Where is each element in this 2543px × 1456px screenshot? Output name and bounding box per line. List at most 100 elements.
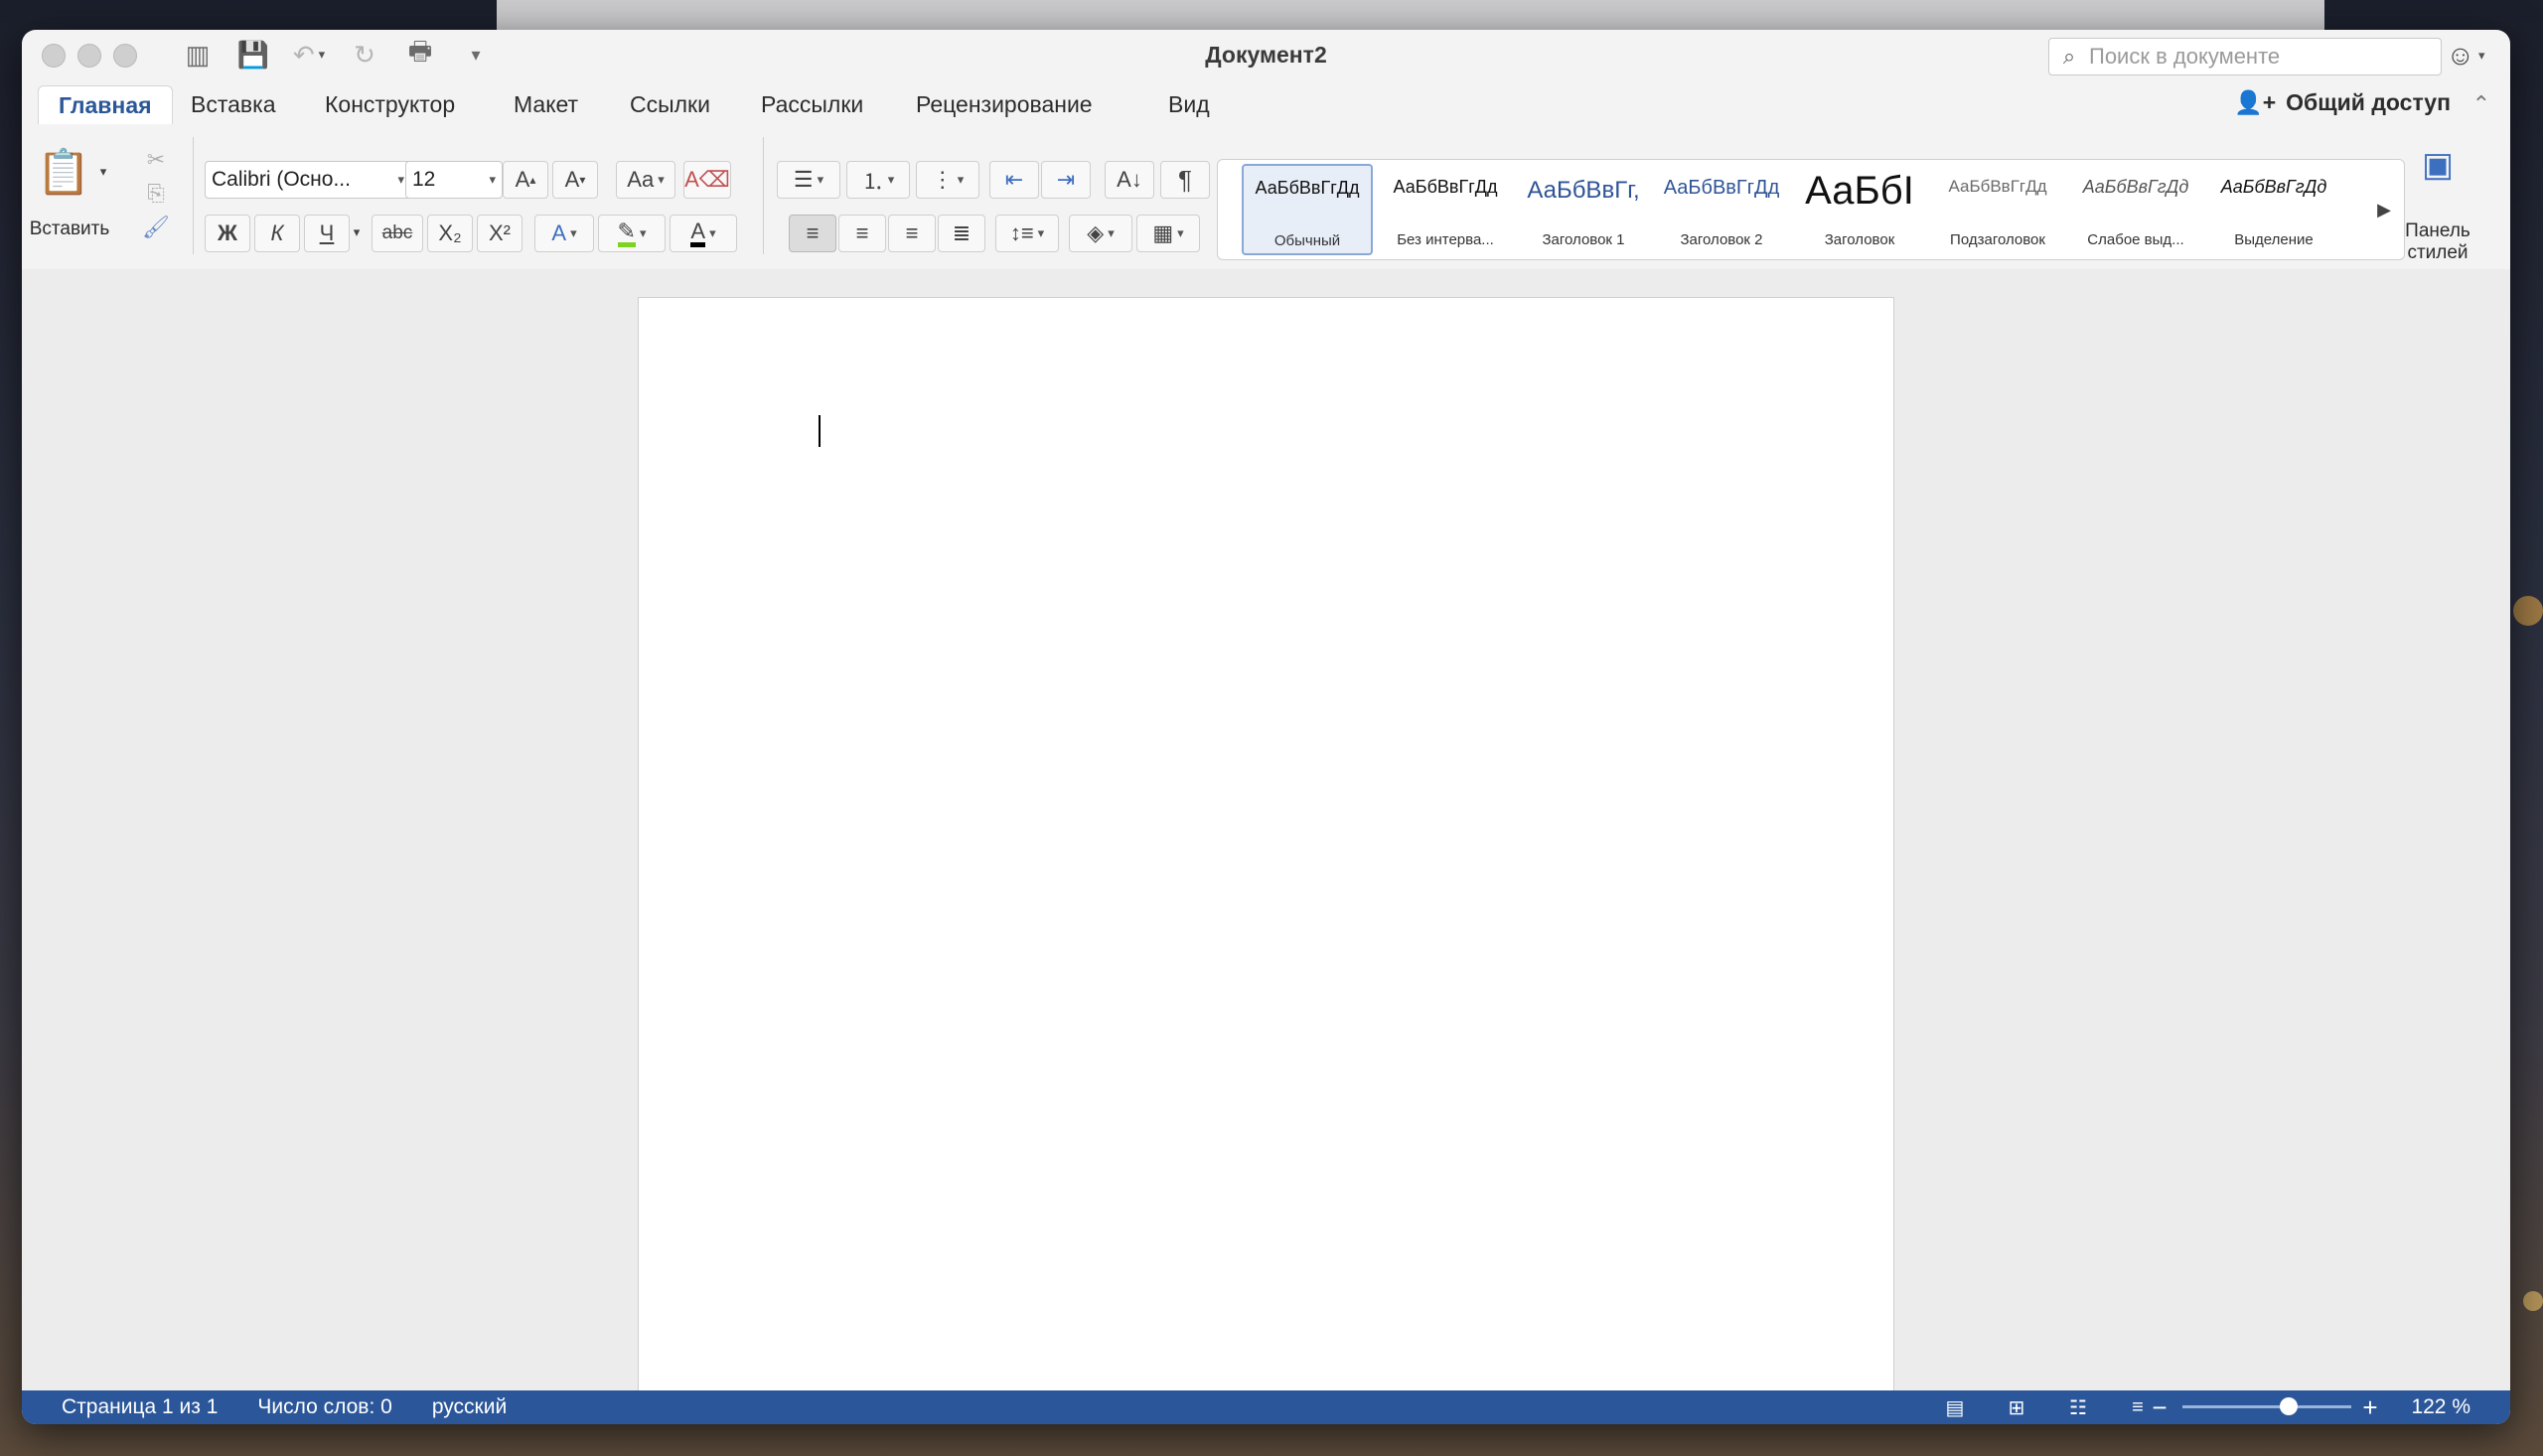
divider — [763, 137, 764, 254]
format-painter-icon[interactable]: 🖌 — [141, 213, 171, 242]
tab-mailings[interactable]: Рассылки — [741, 85, 883, 123]
language[interactable]: русский — [432, 1395, 507, 1419]
grow-font-button[interactable]: A ▴ — [503, 161, 548, 199]
feedback-smiley-icon[interactable]: ☺ ▾ — [2444, 38, 2487, 73]
change-case-button[interactable]: Aa ▾ — [616, 161, 675, 199]
shrink-font-button[interactable]: A ▾ — [552, 161, 598, 199]
style-title[interactable]: АаБбI Заголовок — [1795, 164, 1924, 253]
zoom-slider[interactable] — [2182, 1397, 2351, 1415]
divider — [193, 137, 194, 254]
line-spacing-button[interactable]: ↕≡ ▾ — [995, 215, 1059, 252]
style-label: Слабое выд... — [2087, 231, 2184, 248]
style-no-spacing[interactable]: АаБбВвГгДд Без интерва... — [1381, 164, 1510, 253]
sort-button[interactable]: A↓ — [1105, 161, 1154, 199]
text-effects-button[interactable]: A ▾ — [534, 215, 594, 252]
clear-formatting-icon[interactable]: A⌫ — [683, 161, 731, 199]
bold-button[interactable]: Ж — [205, 215, 250, 252]
multilevel-list-button[interactable]: ⋮ ▾ — [916, 161, 979, 199]
show-formatting-button[interactable]: ¶ — [1160, 161, 1210, 199]
cut-icon[interactable]: ✂ — [141, 145, 171, 175]
wallpaper-light — [2523, 1291, 2543, 1311]
status-bar: Страница 1 из 1 Число слов: 0 русский ▤ … — [22, 1390, 2510, 1424]
wallpaper-light — [2513, 596, 2543, 626]
print-layout-icon[interactable]: ▤ — [1940, 1394, 1970, 1420]
add-person-icon: 👤+ — [2234, 89, 2277, 115]
highlight-color-button[interactable]: ✎ ▾ — [598, 215, 666, 252]
strikethrough-button[interactable]: abc — [372, 215, 423, 252]
zoom-in-icon[interactable]: + — [2355, 1392, 2385, 1422]
justify-button[interactable]: ≣ — [938, 215, 985, 252]
underline-options-chevron-down-icon[interactable]: ▾ — [348, 215, 366, 250]
word-window: ▥ 💾 ↶ ▾ ↻ 🖶 ▾ Документ2 ⌕ Поиск в докумен… — [22, 30, 2510, 1424]
style-emphasis[interactable]: АаБбВвГгДд Выделение — [2209, 164, 2338, 253]
italic-button[interactable]: К — [254, 215, 300, 252]
increase-indent-button[interactable]: ⇥ — [1041, 161, 1091, 199]
share-button[interactable]: 👤+ Общий доступ — [2234, 89, 2451, 116]
style-label: Без интерва... — [1397, 231, 1494, 248]
subscript-button[interactable]: X₂ — [427, 215, 473, 252]
tab-design[interactable]: Конструктор — [305, 85, 475, 123]
zoom-slider-knob[interactable] — [2280, 1397, 2299, 1415]
styles-pane-label-1[interactable]: Панель — [2396, 220, 2479, 242]
style-heading-2[interactable]: АаБбВвГгДд Заголовок 2 — [1657, 164, 1786, 253]
word-count[interactable]: Число слов: 0 — [257, 1395, 391, 1419]
copy-icon[interactable]: ⎘ — [141, 179, 171, 209]
styles-next-arrow-icon[interactable]: ▶ — [2370, 190, 2398, 229]
tab-references[interactable]: Ссылки — [610, 85, 730, 123]
paste-options-chevron-down-icon[interactable]: ▾ — [93, 157, 113, 187]
ribbon-tabs: Главная Вставка Конструктор Макет Ссылки… — [22, 81, 2510, 127]
styles-pane-icon[interactable]: ▣ — [2408, 135, 2468, 195]
outline-view-icon[interactable]: ☷ — [2063, 1394, 2093, 1420]
style-preview: АаБбВвГгДд — [1393, 177, 1498, 197]
collapse-ribbon-icon[interactable]: ⌃ — [2472, 91, 2490, 117]
bullets-button[interactable]: ☰ ▾ — [777, 161, 840, 199]
font-color-icon: A — [690, 219, 706, 247]
chevron-down-icon: ▾ — [489, 172, 496, 187]
decrease-indent-button[interactable]: ⇤ — [989, 161, 1039, 199]
paste-icon[interactable]: 📋 — [34, 137, 93, 207]
font-name-select[interactable]: Calibri (Осно... ▾ — [205, 161, 411, 199]
font-color-button[interactable]: A ▾ — [670, 215, 737, 252]
font-size-select[interactable]: 12 ▾ — [405, 161, 503, 199]
borders-button[interactable]: ▦ ▾ — [1136, 215, 1200, 252]
style-label: Заголовок 2 — [1680, 231, 1763, 248]
style-normal[interactable]: АаБбВвГгДд Обычный — [1242, 164, 1373, 255]
tab-layout[interactable]: Макет — [494, 85, 598, 123]
tab-review[interactable]: Рецензирование — [896, 85, 1113, 123]
style-preview: АаБбВвГгДд — [1255, 178, 1360, 198]
page-count[interactable]: Страница 1 из 1 — [62, 1395, 218, 1419]
styles-gallery: АаБбВвГгДд Обычный АаБбВвГгДд Без интерв… — [1217, 159, 2405, 260]
style-label: Выделение — [2234, 231, 2314, 248]
align-right-button[interactable]: ≡ — [888, 215, 936, 252]
search-placeholder: Поиск в документе — [2089, 44, 2281, 69]
tab-insert[interactable]: Вставка — [171, 85, 296, 123]
styles-pane-label-2[interactable]: стилей — [2396, 242, 2479, 264]
style-preview: АаБбВвГгДд — [2082, 177, 2189, 197]
highlighter-icon: ✎ — [617, 219, 636, 247]
web-layout-icon[interactable]: ⊞ — [2002, 1394, 2031, 1420]
share-label: Общий доступ — [2286, 89, 2451, 115]
search-box[interactable]: ⌕ Поиск в документе — [2048, 38, 2442, 75]
shading-button[interactable]: ◈ ▾ — [1069, 215, 1132, 252]
align-left-button[interactable]: ≡ — [789, 215, 836, 252]
style-preview: АаБбВвГгДд — [2220, 177, 2327, 197]
style-subtitle[interactable]: АаБбВвГгДд Подзаголовок — [1933, 164, 2062, 253]
title-bar: ▥ 💾 ↶ ▾ ↻ 🖶 ▾ Документ2 ⌕ Поиск в докумен… — [22, 30, 2510, 81]
document-canvas — [22, 269, 2510, 1411]
tab-home[interactable]: Главная — [38, 85, 173, 124]
tab-view[interactable]: Вид — [1148, 85, 1230, 123]
numbering-button[interactable]: ⒈ ▾ — [846, 161, 910, 199]
style-label: Подзаголовок — [1950, 231, 2045, 248]
underline-button[interactable]: Ч — [304, 215, 350, 252]
zoom-out-icon[interactable]: − — [2145, 1392, 2174, 1422]
style-label: Обычный — [1273, 232, 1341, 249]
style-subtle-emphasis[interactable]: АаБбВвГгДд Слабое выд... — [2071, 164, 2200, 253]
superscript-button[interactable]: X² — [477, 215, 523, 252]
paste-label: Вставить — [29, 218, 110, 239]
style-preview: АаБбВвГг, — [1527, 177, 1640, 204]
document-page[interactable] — [638, 297, 1894, 1411]
zoom-level[interactable]: 122 % — [2411, 1395, 2470, 1419]
style-heading-1[interactable]: АаБбВвГг, Заголовок 1 — [1519, 164, 1648, 253]
align-center-button[interactable]: ≡ — [838, 215, 886, 252]
chevron-down-icon: ▾ — [397, 172, 404, 187]
